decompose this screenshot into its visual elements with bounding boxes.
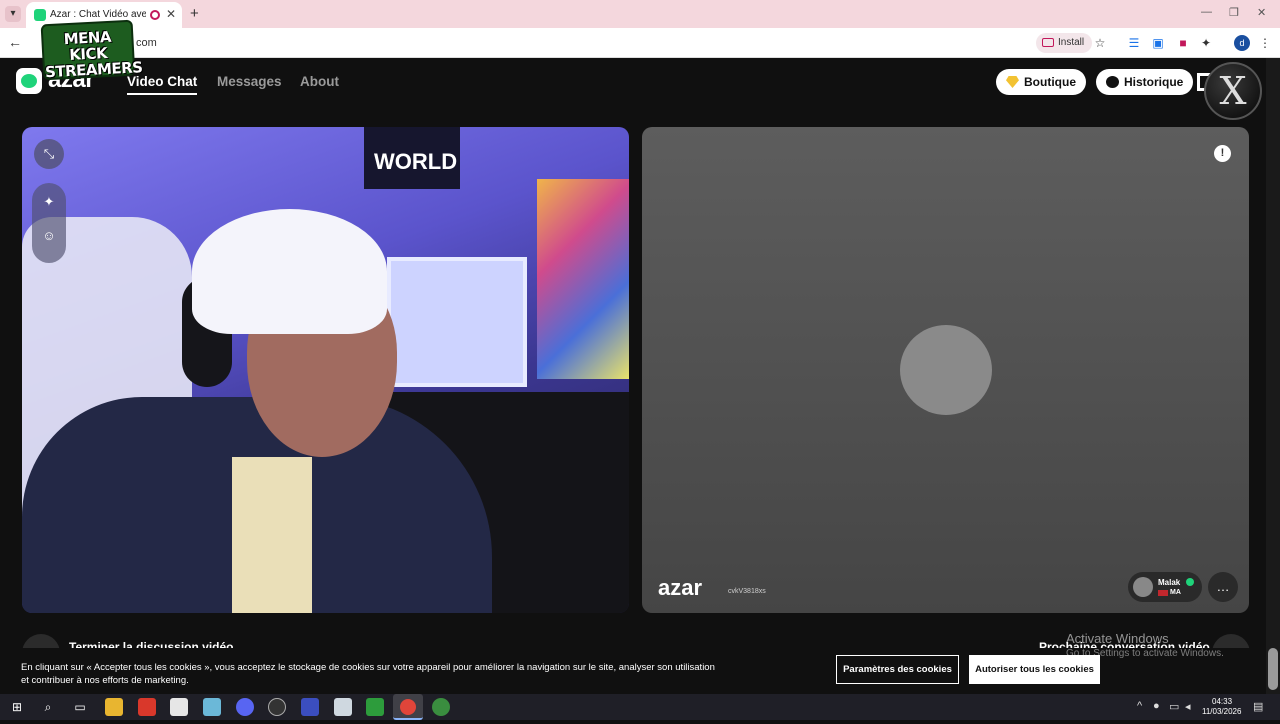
- brave-browser-icon[interactable]: [138, 698, 156, 716]
- install-app-button[interactable]: Install: [1036, 33, 1093, 53]
- new-tab-icon[interactable]: +: [190, 5, 199, 22]
- notepad-icon[interactable]: [203, 698, 221, 716]
- effects-toolbar: ✦ ☺: [32, 183, 66, 263]
- scrollbar-thumb[interactable]: [1268, 648, 1278, 690]
- file-explorer-icon[interactable]: [105, 698, 123, 716]
- chat-bubble-icon[interactable]: …: [1208, 572, 1238, 602]
- profile-avatar[interactable]: d: [1234, 35, 1250, 51]
- bookmark-star-icon[interactable]: ☆: [1093, 36, 1107, 50]
- remote-user-name: Malak: [1158, 578, 1181, 587]
- graffiti-artwork: [537, 179, 629, 379]
- remote-video-panel: ! azar cvkV3818xs Malak MA …: [642, 127, 1249, 613]
- chrome-taskbar-active[interactable]: [393, 694, 423, 720]
- address-bar: ← com Install ☆ ☰ ▣ ■ ✦ d ⋮: [0, 28, 1280, 58]
- mena-kick-streamers-logo: MENA KICK STREAMERS: [40, 19, 143, 82]
- gem-icon: [1006, 76, 1019, 88]
- extensions-puzzle-icon[interactable]: ✦: [1199, 36, 1213, 50]
- nav-messages[interactable]: Messages: [217, 74, 282, 89]
- remote-user-chip[interactable]: Malak MA: [1128, 572, 1202, 602]
- clock-time[interactable]: 04:33: [1212, 697, 1232, 706]
- accept-cookies-button[interactable]: Autoriser tous les cookies: [969, 655, 1100, 684]
- obs-icon[interactable]: [268, 698, 286, 716]
- boutique-label: Boutique: [1024, 75, 1076, 89]
- wall-poster: WORLD: [364, 127, 460, 189]
- restore-icon[interactable]: ❐: [1229, 6, 1239, 19]
- app-icon-1[interactable]: [301, 698, 319, 716]
- install-icon: [1042, 38, 1054, 47]
- extension-list-icon[interactable]: ☰: [1127, 36, 1141, 50]
- x-channel-logo: X: [1204, 62, 1262, 120]
- nav-about[interactable]: About: [300, 74, 339, 89]
- back-arrow-icon[interactable]: ←: [8, 34, 22, 50]
- cookie-text: En cliquant sur « Accepter tous les cook…: [21, 662, 715, 686]
- clock-icon: [1106, 76, 1119, 88]
- task-view-icon[interactable]: ▭: [71, 698, 89, 716]
- local-video-panel: WORLD ⤡ ✦ ☺: [22, 127, 629, 613]
- xbox-icon[interactable]: [366, 698, 384, 716]
- chrome-profile-icon[interactable]: [432, 698, 450, 716]
- site-header: azar Video Chat Messages About Boutique …: [0, 58, 1280, 106]
- morocco-flag-icon: [1158, 590, 1168, 596]
- page-scrollbar[interactable]: [1266, 58, 1280, 694]
- tab-search-icon[interactable]: ▾: [5, 6, 21, 22]
- report-icon[interactable]: !: [1214, 145, 1231, 162]
- install-label: Install: [1058, 37, 1085, 48]
- recording-icon: [150, 10, 160, 20]
- minimize-icon[interactable]: —: [1201, 6, 1212, 18]
- clock-date[interactable]: 11/03/2026: [1202, 707, 1241, 716]
- network-icon[interactable]: ▭: [1169, 700, 1179, 713]
- activate-windows-subtitle: Go to Settings to activate Windows.: [1066, 648, 1224, 659]
- minimize-video-icon[interactable]: ⤡: [34, 139, 64, 169]
- nav-video-chat[interactable]: Video Chat: [127, 74, 198, 95]
- cookie-settings-button[interactable]: Paramètres des cookies: [836, 655, 959, 684]
- browser-tab-strip: ▾ Azar : Chat Vidéo avec de n ✕ + — ❐ ✕: [0, 0, 1280, 28]
- white-beanie: [192, 209, 387, 334]
- person-shirt: [232, 457, 312, 613]
- extension-record-icon[interactable]: ■: [1176, 36, 1190, 50]
- poster-text: WORLD: [374, 149, 458, 174]
- azar-logo-icon[interactable]: [16, 68, 42, 94]
- browser-menu-icon[interactable]: ⋮: [1258, 36, 1272, 50]
- url-field[interactable]: com: [136, 37, 157, 49]
- tab-title: Azar : Chat Vidéo avec de n: [50, 9, 146, 20]
- microphone-icon[interactable]: ●: [1153, 700, 1160, 712]
- historique-button[interactable]: Historique: [1096, 69, 1194, 95]
- store-icon[interactable]: [170, 698, 188, 716]
- close-window-icon[interactable]: ✕: [1257, 6, 1266, 19]
- azar-favicon-icon: [34, 9, 46, 21]
- tab-close-icon[interactable]: ✕: [166, 7, 176, 21]
- verified-icon: [1186, 578, 1194, 586]
- activate-windows-title: Activate Windows: [1066, 631, 1169, 646]
- windows-taskbar: ⊞ ⌕ ▭ ^ ● ▭ ◂ 04:33 11/03/2026 ▤: [0, 694, 1280, 720]
- historique-label: Historique: [1124, 75, 1184, 89]
- volume-icon[interactable]: ◂: [1185, 700, 1191, 713]
- azar-watermark: azar: [658, 575, 703, 600]
- remote-avatar-placeholder: [900, 325, 992, 415]
- search-icon[interactable]: ⌕: [39, 698, 57, 716]
- product-box: [387, 257, 527, 387]
- session-id: cvkV3818xs: [728, 588, 766, 595]
- notifications-icon[interactable]: ▤: [1253, 700, 1263, 713]
- windows-start-icon[interactable]: ⊞: [8, 698, 26, 716]
- tray-chevron-icon[interactable]: ^: [1137, 700, 1142, 712]
- remote-user-country: MA: [1170, 589, 1181, 596]
- extension-translate-icon[interactable]: ▣: [1151, 36, 1165, 50]
- logo-line-2: STREAMERS: [44, 58, 143, 82]
- face-filter-icon[interactable]: ☺: [34, 221, 64, 251]
- boutique-button[interactable]: Boutique: [996, 69, 1086, 95]
- discord-icon[interactable]: [236, 698, 254, 716]
- chrome-icon: [400, 699, 416, 715]
- remote-user-avatar: [1133, 577, 1153, 597]
- magic-wand-icon[interactable]: ✦: [34, 187, 64, 217]
- app-icon-2[interactable]: [334, 698, 352, 716]
